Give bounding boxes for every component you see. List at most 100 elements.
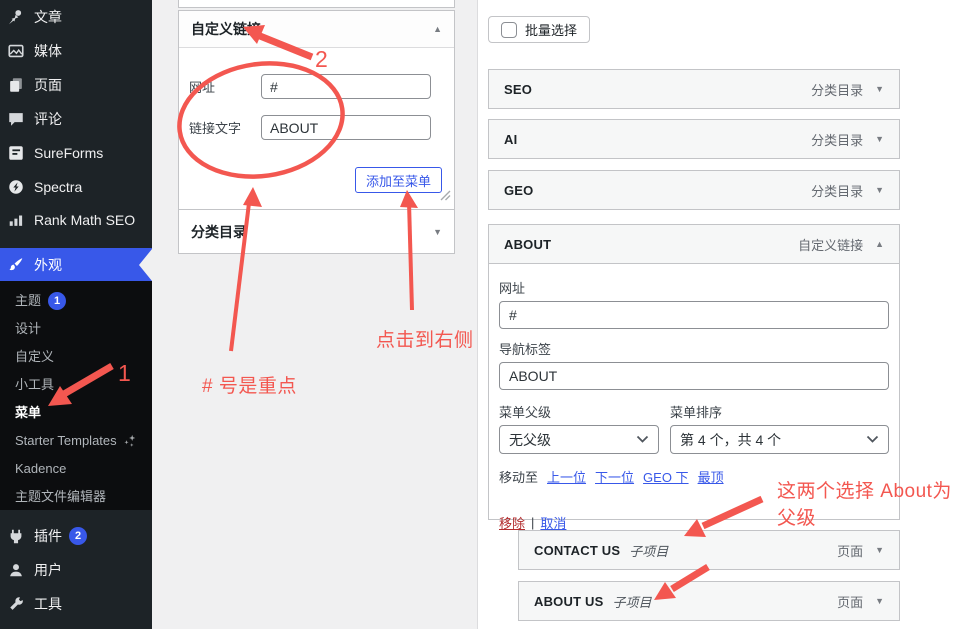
submenu-item-widgets[interactable]: 小工具 bbox=[0, 371, 152, 399]
appearance-submenu: 主题 1 设计 自定义 小工具 菜单 Starter Templates Kad… bbox=[0, 281, 152, 510]
sidebar-item-media[interactable]: 媒体 bbox=[0, 34, 152, 68]
sidebar-item-label: 外观 bbox=[34, 255, 62, 275]
menu-order-select[interactable]: 第 4 个，共 4 个 bbox=[670, 425, 889, 454]
collapse-arrow-icon[interactable]: ▲ bbox=[433, 24, 442, 34]
bulk-select-checkbox[interactable] bbox=[501, 22, 517, 38]
themes-update-badge: 1 bbox=[48, 292, 66, 310]
sidebar-item-plugins[interactable]: 插件 2 bbox=[0, 519, 152, 553]
expand-arrow-icon[interactable]: ▼ bbox=[875, 185, 884, 195]
submenu-item-design[interactable]: 设计 bbox=[0, 315, 152, 343]
menu-order-label: 菜单排序 bbox=[670, 402, 889, 421]
collapse-arrow-icon[interactable]: ▲ bbox=[875, 239, 884, 249]
menu-item-about-us[interactable]: ABOUT US 子项目 页面 ▼ bbox=[518, 581, 900, 621]
submenu-label: Starter Templates bbox=[15, 427, 117, 455]
sidebar-item-sureforms[interactable]: SureForms bbox=[0, 136, 152, 170]
sidebar-item-tools[interactable]: 工具 bbox=[0, 587, 152, 621]
pages-icon bbox=[6, 75, 26, 95]
move-to-label: 移动至 bbox=[499, 467, 538, 486]
menu-item-type: 分类目录 bbox=[811, 130, 863, 149]
categories-accordion-header[interactable]: 分类目录 ▼ bbox=[179, 209, 454, 253]
sidebar-item-appearance[interactable]: 外观 bbox=[0, 248, 152, 281]
plugins-update-badge: 2 bbox=[69, 527, 87, 545]
sub-item-badge: 子项目 bbox=[629, 541, 668, 560]
menu-item-contact-us[interactable]: CONTACT US 子项目 页面 ▼ bbox=[518, 530, 900, 570]
menu-item-title: ABOUT bbox=[504, 237, 551, 252]
menu-item-title: CONTACT US bbox=[534, 543, 620, 558]
about-nav-label-input[interactable] bbox=[499, 362, 889, 390]
chevron-down-icon bbox=[636, 435, 649, 444]
submenu-item-starter-templates[interactable]: Starter Templates bbox=[0, 427, 152, 455]
link-text-field-row: 链接文字 bbox=[189, 115, 442, 140]
submenu-item-menus[interactable]: 菜单 bbox=[0, 399, 152, 427]
menu-item-seo[interactable]: SEO 分类目录 ▼ bbox=[488, 69, 900, 109]
sidebar-item-comments[interactable]: 评论 bbox=[0, 102, 152, 136]
expand-arrow-icon[interactable]: ▼ bbox=[875, 134, 884, 144]
move-under-geo-link[interactable]: GEO 下 bbox=[643, 467, 689, 486]
about-url-input[interactable] bbox=[499, 301, 889, 329]
wrench-icon bbox=[6, 594, 26, 614]
sidebar-item-label: SureForms bbox=[34, 145, 103, 161]
plugin-icon bbox=[6, 526, 26, 546]
menu-parent-select[interactable]: 无父级 bbox=[499, 425, 659, 454]
link-text-input[interactable] bbox=[261, 115, 431, 140]
menu-item-about[interactable]: ABOUT 自定义链接 ▲ bbox=[488, 224, 900, 264]
submenu-item-theme-file-editor[interactable]: 主题文件编辑器 bbox=[0, 483, 152, 511]
menu-parent-value: 无父级 bbox=[509, 430, 551, 450]
sidebar-item-spectra[interactable]: Spectra bbox=[0, 170, 152, 204]
rank-math-icon bbox=[6, 210, 26, 230]
sidebar-item-label: 媒体 bbox=[34, 41, 62, 61]
user-icon bbox=[6, 560, 26, 580]
menu-item-ai[interactable]: AI 分类目录 ▼ bbox=[488, 119, 900, 159]
move-down-link[interactable]: 下一位 bbox=[595, 467, 634, 486]
admin-sidebar: 文章 媒体 页面 评论 SureForms bbox=[0, 0, 152, 629]
custom-link-accordion: 自定义链接 ▲ 网址 链接文字 添加至菜单 分类目录 ▼ bbox=[178, 10, 455, 254]
spectra-icon bbox=[6, 177, 26, 197]
sidebar-item-label: Rank Math SEO bbox=[34, 212, 135, 228]
bulk-select-label: 批量选择 bbox=[525, 20, 577, 39]
submenu-item-themes[interactable]: 主题 1 bbox=[0, 287, 152, 315]
submenu-item-kadence[interactable]: Kadence bbox=[0, 455, 152, 483]
resize-grip-icon[interactable] bbox=[440, 188, 451, 206]
parent-order-row: 菜单父级 无父级 菜单排序 第 4 个，共 4 个 bbox=[499, 402, 889, 454]
sidebar-item-pages[interactable]: 页面 bbox=[0, 68, 152, 102]
about-item-editor: 网址 导航标签 菜单父级 无父级 菜单排序 第 4 个，共 4 个 bbox=[488, 264, 900, 520]
move-to-top-link[interactable]: 最顶 bbox=[698, 467, 724, 486]
sidebar-item-label: 工具 bbox=[34, 594, 62, 614]
custom-link-accordion-header[interactable]: 自定义链接 ▲ bbox=[179, 11, 454, 48]
url-input[interactable] bbox=[261, 74, 431, 99]
sidebar-item-posts[interactable]: 文章 bbox=[0, 0, 152, 34]
nav-label-label: 导航标签 bbox=[499, 339, 889, 358]
submenu-label: 菜单 bbox=[15, 399, 41, 427]
menu-item-geo[interactable]: GEO 分类目录 ▼ bbox=[488, 170, 900, 210]
previous-accordion-bottom bbox=[178, 0, 455, 8]
add-to-menu-button[interactable]: 添加至菜单 bbox=[355, 167, 442, 193]
menu-item-title: AI bbox=[504, 132, 517, 147]
sidebar-item-users[interactable]: 用户 bbox=[0, 553, 152, 587]
active-item-notch bbox=[139, 249, 152, 281]
move-up-link[interactable]: 上一位 bbox=[547, 467, 586, 486]
expand-arrow-icon[interactable]: ▼ bbox=[875, 545, 884, 555]
annotation-click-note: 点击到右侧 bbox=[376, 325, 474, 352]
menu-item-type: 页面 bbox=[837, 541, 863, 560]
sidebar-item-label: 页面 bbox=[34, 75, 62, 95]
menu-item-title: GEO bbox=[504, 183, 534, 198]
sidebar-item-rank-math-seo[interactable]: Rank Math SEO bbox=[0, 203, 152, 237]
submenu-label: 自定义 bbox=[15, 343, 54, 371]
url-field-row: 网址 bbox=[189, 74, 442, 99]
submenu-label: Kadence bbox=[15, 455, 66, 483]
sparkles-icon bbox=[123, 434, 137, 448]
expand-arrow-icon[interactable]: ▼ bbox=[433, 227, 442, 237]
categories-title: 分类目录 bbox=[191, 222, 247, 242]
menu-structure-panel: 批量选择 SEO 分类目录 ▼ AI 分类目录 ▼ GEO 分类目录 ▼ ABO… bbox=[477, 0, 973, 629]
expand-arrow-icon[interactable]: ▼ bbox=[875, 596, 884, 606]
submenu-item-customize[interactable]: 自定义 bbox=[0, 343, 152, 371]
menu-item-type: 分类目录 bbox=[811, 80, 863, 99]
sidebar-item-label: 插件 bbox=[34, 526, 62, 546]
bulk-select-toggle[interactable]: 批量选择 bbox=[488, 16, 590, 43]
url-label: 网址 bbox=[499, 278, 889, 297]
expand-arrow-icon[interactable]: ▼ bbox=[875, 84, 884, 94]
menu-item-type: 分类目录 bbox=[811, 181, 863, 200]
sidebar-item-label: 文章 bbox=[34, 7, 62, 27]
submenu-label: 小工具 bbox=[15, 371, 54, 399]
sub-item-badge: 子项目 bbox=[613, 592, 652, 611]
